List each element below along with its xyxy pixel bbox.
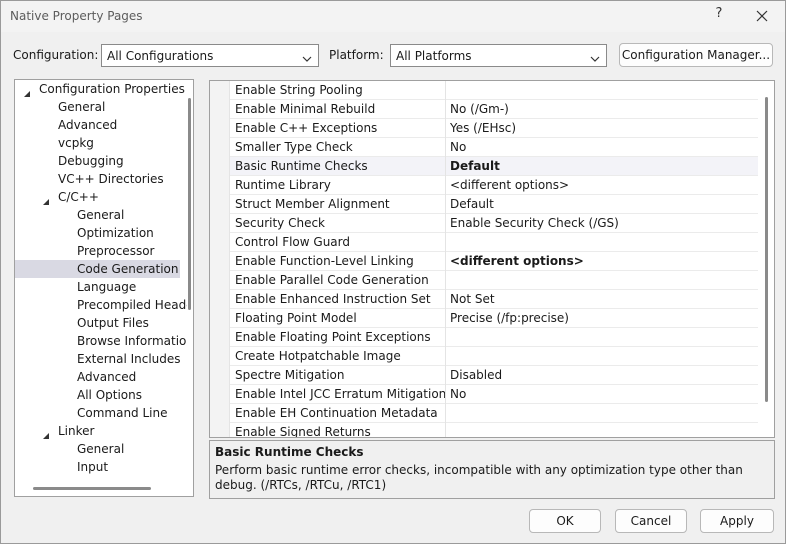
- property-row[interactable]: Enable C++ Exceptions Yes (/EHsc): [230, 119, 758, 138]
- property-row[interactable]: Spectre Mitigation Disabled: [230, 366, 758, 385]
- configuration-dropdown[interactable]: All Configurations: [101, 44, 319, 67]
- property-row[interactable]: Enable Intel JCC Erratum Mitigation No: [230, 385, 758, 404]
- help-button[interactable]: ?: [713, 6, 725, 26]
- tree-horizontal-scrollbar[interactable]: [33, 487, 151, 490]
- platform-dropdown[interactable]: All Platforms: [390, 44, 607, 67]
- description-panel: Basic Runtime Checks Perform basic runti…: [209, 440, 775, 499]
- tree-item-code-generation[interactable]: Code Generation: [15, 260, 180, 278]
- property-row[interactable]: Enable Signed Returns: [230, 423, 758, 437]
- apply-button[interactable]: Apply: [700, 509, 774, 533]
- expanded-arrow-icon[interactable]: [42, 193, 50, 205]
- tree-item-linker-general[interactable]: General: [15, 440, 187, 458]
- tree-item-browse-information[interactable]: Browse Information: [15, 332, 187, 350]
- property-row[interactable]: Smaller Type Check No: [230, 138, 758, 157]
- tree-item-vcpkg[interactable]: vcpkg: [15, 134, 187, 152]
- expanded-arrow-icon[interactable]: [42, 427, 50, 439]
- description-text: Perform basic runtime error checks, inco…: [215, 463, 743, 492]
- tree-item-all-options[interactable]: All Options: [15, 386, 187, 404]
- tree-item-general[interactable]: General: [15, 98, 187, 116]
- configuration-label: Configuration:: [13, 48, 99, 62]
- property-row[interactable]: Enable Parallel Code Generation: [230, 271, 758, 290]
- chevron-down-icon: [590, 52, 600, 62]
- property-row[interactable]: Create Hotpatchable Image: [230, 347, 758, 366]
- tree-item-precompiled-headers[interactable]: Precompiled Heade: [15, 296, 187, 314]
- chevron-down-icon: [302, 52, 312, 62]
- category-tree: Configuration Properties General Advance…: [14, 79, 194, 497]
- tree-item-optimization[interactable]: Optimization: [15, 224, 187, 242]
- tree-item-language[interactable]: Language: [15, 278, 187, 296]
- cancel-button[interactable]: Cancel: [615, 509, 687, 533]
- property-row[interactable]: Enable EH Continuation Metadata: [230, 404, 758, 423]
- description-title: Basic Runtime Checks: [215, 445, 364, 459]
- tree-item-cpp-general[interactable]: General: [15, 206, 187, 224]
- tree-item-advanced[interactable]: Advanced: [15, 116, 187, 134]
- tree-vertical-scrollbar[interactable]: [188, 98, 191, 310]
- platform-label: Platform:: [329, 48, 384, 62]
- property-row[interactable]: Enable Function-Level Linking <different …: [230, 252, 758, 271]
- tree-item-command-line[interactable]: Command Line: [15, 404, 187, 422]
- tree-item-preprocessor[interactable]: Preprocessor: [15, 242, 187, 260]
- close-icon[interactable]: [753, 7, 771, 25]
- grid-gutter: [210, 81, 230, 437]
- configuration-manager-button[interactable]: Configuration Manager...: [619, 43, 773, 67]
- expanded-arrow-icon[interactable]: [23, 85, 31, 97]
- property-row[interactable]: Enable String Pooling: [230, 81, 758, 100]
- property-row[interactable]: Enable Minimal Rebuild No (/Gm-): [230, 100, 758, 119]
- property-row[interactable]: Enable Enhanced Instruction Set Not Set: [230, 290, 758, 309]
- configuration-value: All Configurations: [107, 49, 214, 63]
- property-row[interactable]: Floating Point Model Precise (/fp:precise…: [230, 309, 758, 328]
- tree-item-c-cpp[interactable]: C/C++: [15, 188, 187, 206]
- tree-item-cpp-advanced[interactable]: Advanced: [15, 368, 187, 386]
- grid-vertical-scrollbar[interactable]: [765, 97, 768, 402]
- property-pages-window: Native Property Pages ? Configuration: A…: [0, 0, 786, 544]
- property-row[interactable]: Runtime Library <different options>: [230, 176, 758, 195]
- title-bar: Native Property Pages ?: [1, 1, 785, 32]
- property-row[interactable]: Control Flow Guard: [230, 233, 758, 252]
- tree-item-debugging[interactable]: Debugging: [15, 152, 187, 170]
- property-row[interactable]: Struct Member Alignment Default: [230, 195, 758, 214]
- tree-item-linker[interactable]: Linker: [15, 422, 187, 440]
- property-grid: Enable String Pooling Enable Minimal Reb…: [209, 80, 775, 438]
- property-row[interactable]: Enable Floating Point Exceptions: [230, 328, 758, 347]
- property-row[interactable]: Security Check Enable Security Check (/GS…: [230, 214, 758, 233]
- platform-value: All Platforms: [396, 49, 472, 63]
- window-title: Native Property Pages: [10, 9, 143, 23]
- property-row-selected[interactable]: Basic Runtime Checks Default: [230, 157, 758, 176]
- ok-button[interactable]: OK: [529, 509, 601, 533]
- tree-item-output-files[interactable]: Output Files: [15, 314, 187, 332]
- tree-item-vc-directories[interactable]: VC++ Directories: [15, 170, 187, 188]
- tree-item-external-includes[interactable]: External Includes: [15, 350, 187, 368]
- tree-item-input[interactable]: Input: [15, 458, 187, 476]
- tree-item-configuration-properties[interactable]: Configuration Properties: [15, 80, 187, 98]
